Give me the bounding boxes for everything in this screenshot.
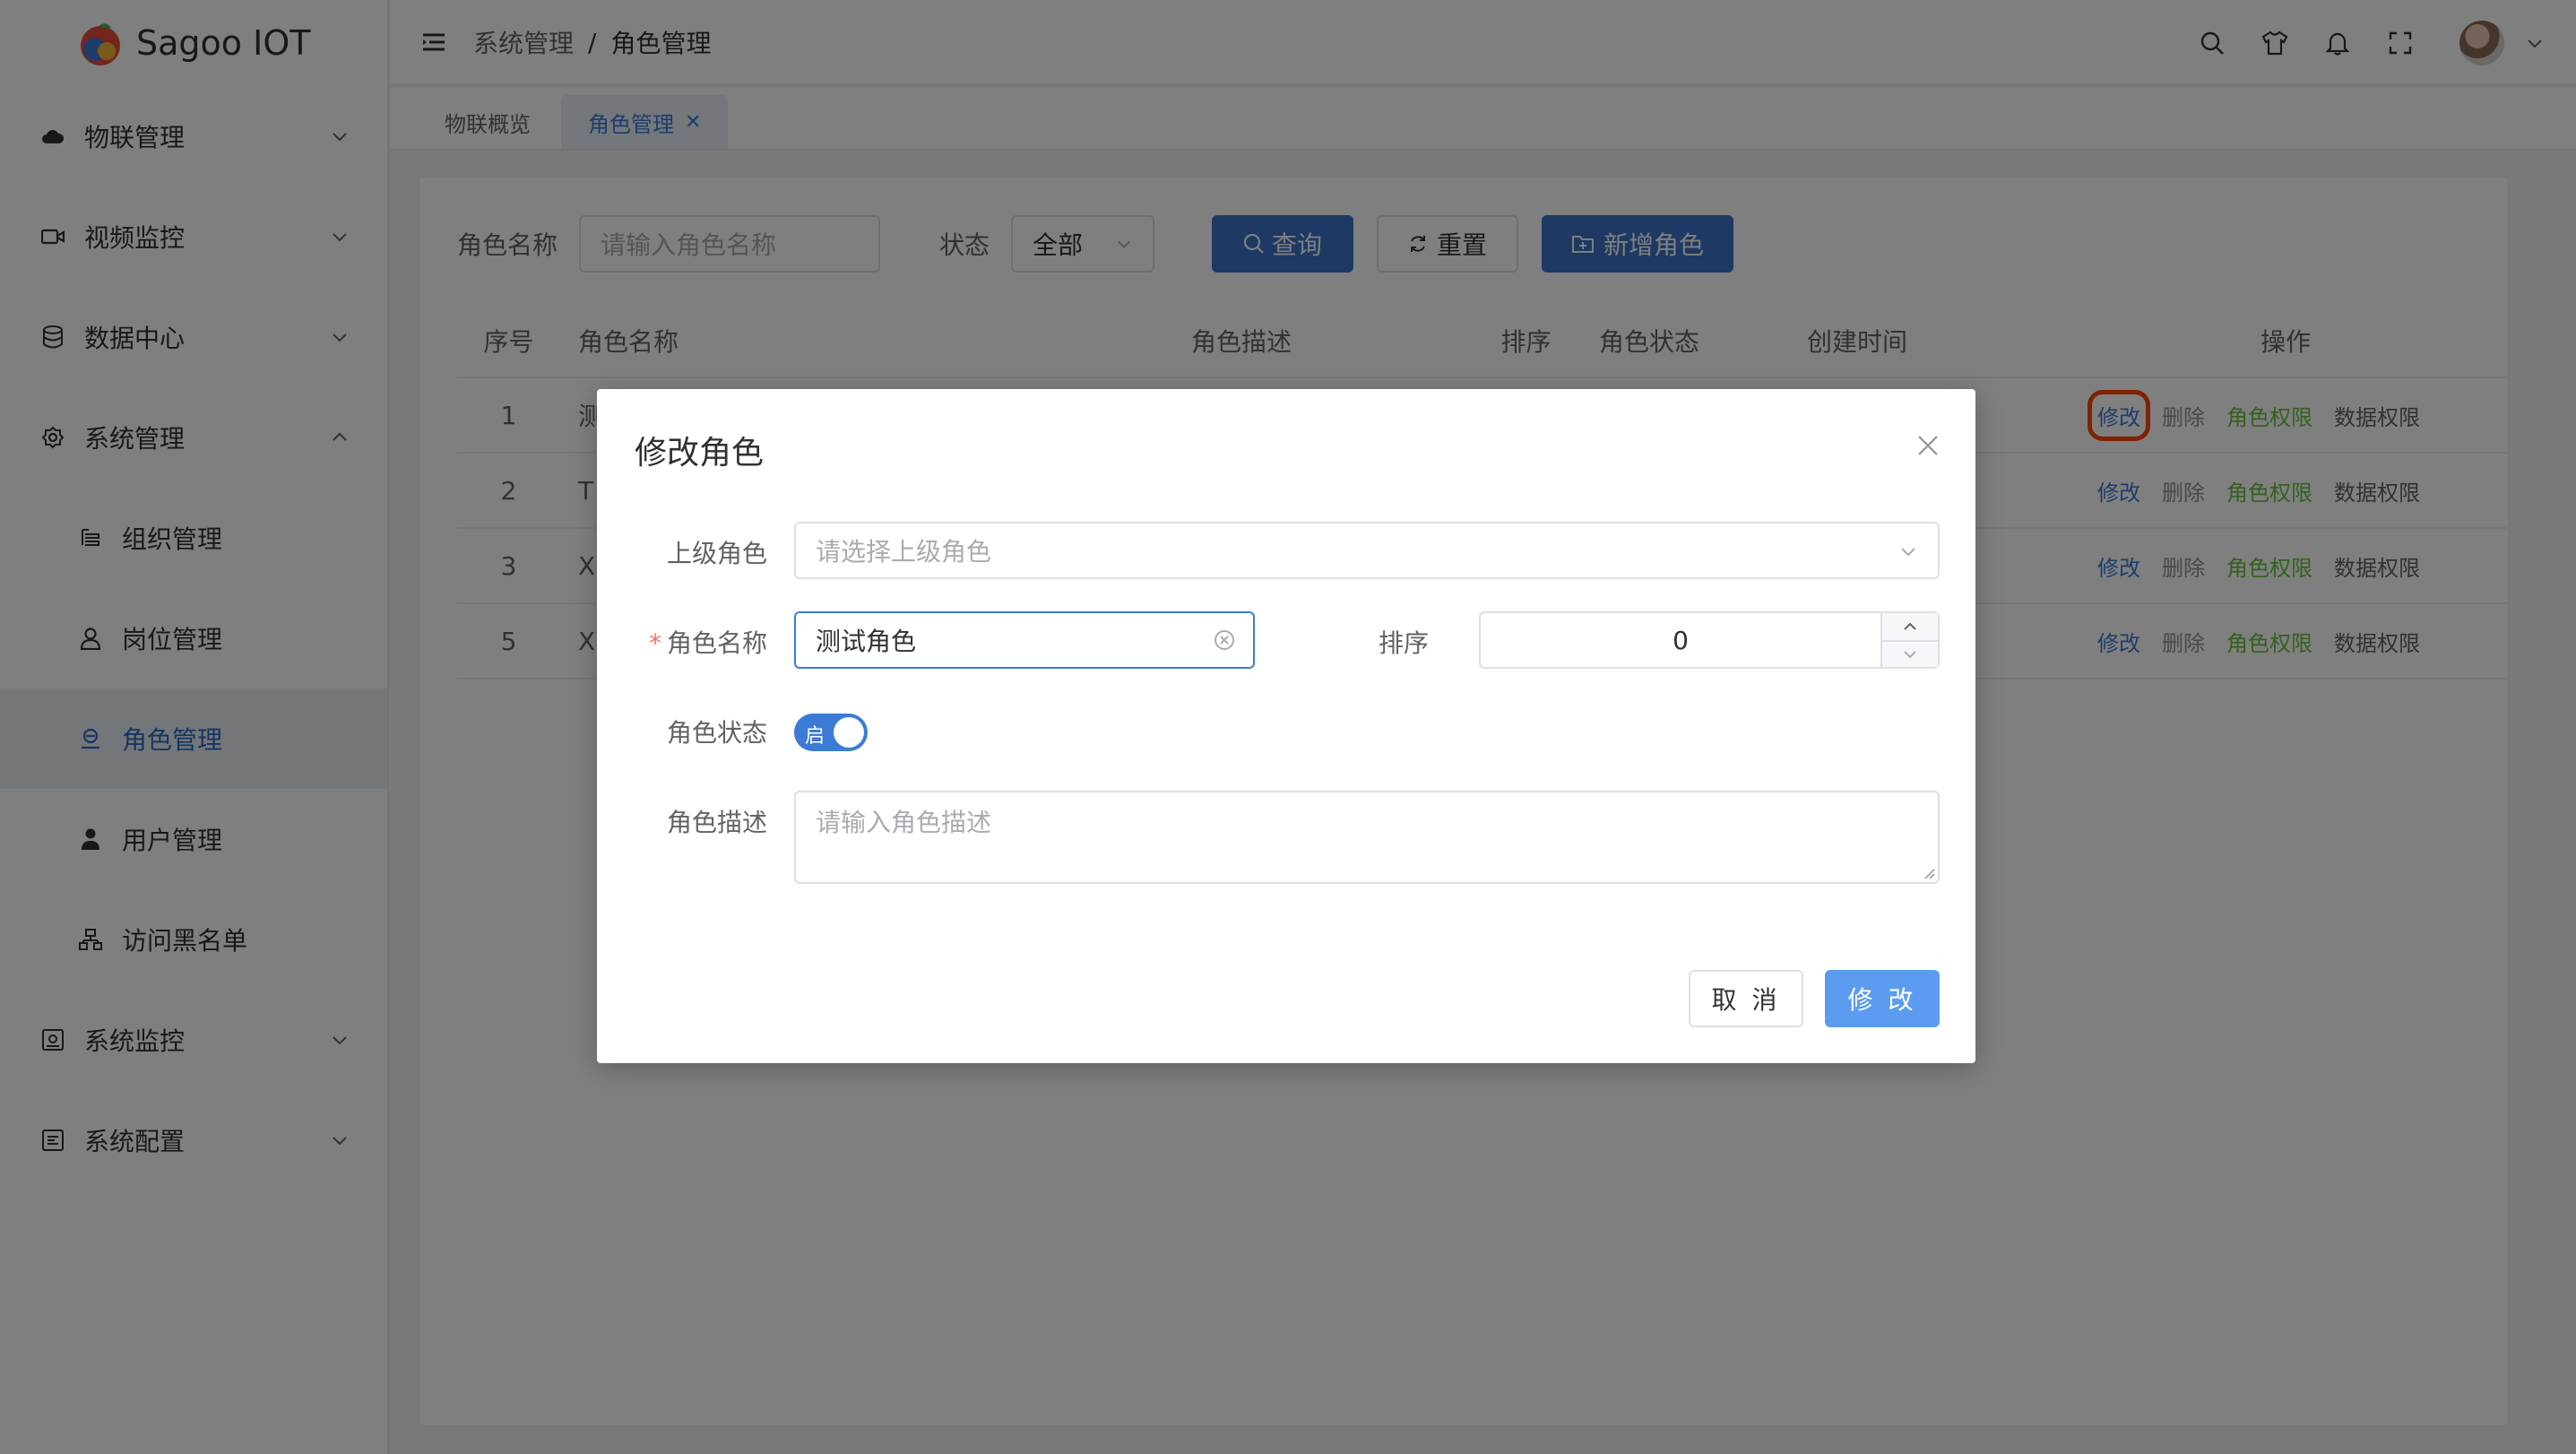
parent-role-label: 上级角色 [666,539,767,568]
role-desc-placeholder: 请输入角色描述 [816,808,992,837]
resize-handle-icon[interactable] [1922,866,1936,880]
role-name-input[interactable]: 测试角色 [794,611,1255,669]
parent-role-placeholder: 请选择上级角色 [816,537,992,567]
confirm-button-label: 修 改 [1847,985,1917,1015]
sort-value: 0 [1673,625,1689,655]
switch-knob [834,717,864,748]
sort-label: 排序 [1378,628,1429,658]
increase-icon[interactable] [1882,613,1938,640]
sort-number-input[interactable]: 0 [1479,611,1940,669]
role-desc-textarea[interactable]: 请输入角色描述 [794,791,1940,884]
confirm-edit-button[interactable]: 修 改 [1825,970,1940,1027]
cancel-button-label: 取 消 [1711,985,1781,1015]
cancel-button[interactable]: 取 消 [1689,970,1803,1027]
clear-icon[interactable] [1214,629,1235,651]
switch-text: 启 [805,725,826,748]
chevron-down-icon [1901,548,1915,557]
close-icon[interactable] [1916,434,1940,457]
role-name-label-text: 角色名称 [666,628,767,658]
decrease-icon[interactable] [1882,640,1938,667]
role-desc-label: 角色描述 [666,808,767,837]
role-status-switch[interactable]: 启 [794,714,868,751]
required-asterisk: * [648,628,661,658]
edit-role-dialog: 修改角色 上级角色 请选择上级角色 * 角色名称 测试角色 排序 0 角色状态 启… [597,389,1975,1063]
parent-role-select[interactable]: 请选择上级角色 [794,522,1940,579]
sort-stepper [1880,613,1938,667]
role-status-label: 角色状态 [666,718,767,748]
dialog-title: 修改角色 [635,435,765,472]
role-name-value: 测试角色 [816,627,917,656]
role-name-label: * 角色名称 [597,624,767,660]
